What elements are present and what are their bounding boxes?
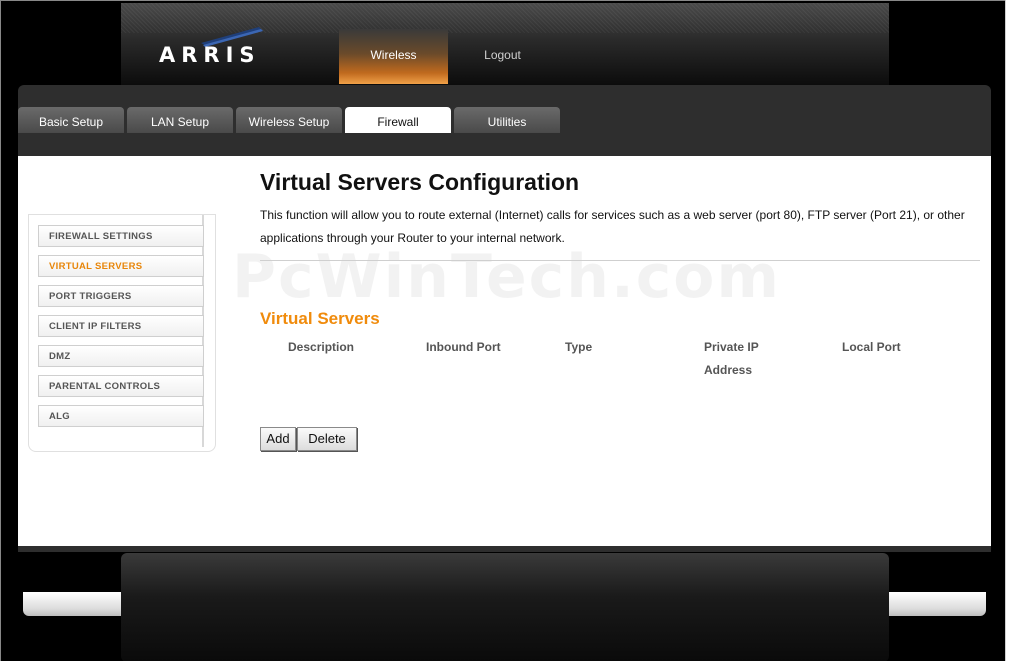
sidebar-item-virtual-servers[interactable]: VIRTUAL SERVERS <box>38 255 204 277</box>
main-panel: Basic Setup LAN Setup Wireless Setup Fir… <box>18 85 991 616</box>
page-description: This function will allow you to route ex… <box>260 208 965 245</box>
sidebar-item-client-ip-filters[interactable]: CLIENT IP FILTERS <box>38 315 204 337</box>
section-title: Virtual Servers <box>260 309 380 328</box>
logout-link[interactable]: Logout <box>451 29 554 84</box>
sidebar-item-dmz[interactable]: DMZ <box>38 345 204 367</box>
header-band: ARRIS Wireless Logout <box>121 3 889 85</box>
arris-logo: ARRIS <box>159 25 269 71</box>
sidebar-item-alg[interactable]: ALG <box>38 405 204 427</box>
delete-button[interactable]: Delete <box>297 427 357 451</box>
column-header-description: Description <box>288 340 355 354</box>
content-area: PcWinTech.com FIREWALL SETTINGS VIRTUAL … <box>18 156 991 616</box>
tab-wireless-setup[interactable]: Wireless Setup <box>236 107 342 133</box>
column-header-private-ip-address: Private IP Address <box>704 340 759 377</box>
watermark: PcWinTech.com <box>232 242 782 312</box>
tab-utilities[interactable]: Utilities <box>454 107 560 133</box>
tab-lan-setup[interactable]: LAN Setup <box>127 107 233 133</box>
sidebar-item-parental-controls[interactable]: PARENTAL CONTROLS <box>38 375 204 397</box>
sidebar: FIREWALL SETTINGS VIRTUAL SERVERS PORT T… <box>28 214 216 452</box>
top-tab-wireless[interactable]: Wireless <box>339 29 448 84</box>
column-header-inbound-port: Inbound Port <box>426 340 501 354</box>
page-title: Virtual Servers Configuration <box>260 169 580 195</box>
browser-frame: ARRIS Wireless Logout Basic Setup LAN Se… <box>0 0 1005 661</box>
sidebar-item-port-triggers[interactable]: PORT TRIGGERS <box>38 285 204 307</box>
bottom-band <box>121 553 889 661</box>
divider <box>260 260 980 261</box>
column-header-local-port: Local Port <box>842 340 901 354</box>
tab-firewall[interactable]: Firewall <box>345 107 451 133</box>
logo-text: ARRIS <box>159 43 261 67</box>
tab-basic-setup[interactable]: Basic Setup <box>18 107 124 133</box>
add-button[interactable]: Add <box>260 427 296 451</box>
scrollbar[interactable] <box>1005 0 1022 661</box>
sidebar-item-firewall-settings[interactable]: FIREWALL SETTINGS <box>38 225 204 247</box>
column-header-type: Type <box>565 340 593 354</box>
